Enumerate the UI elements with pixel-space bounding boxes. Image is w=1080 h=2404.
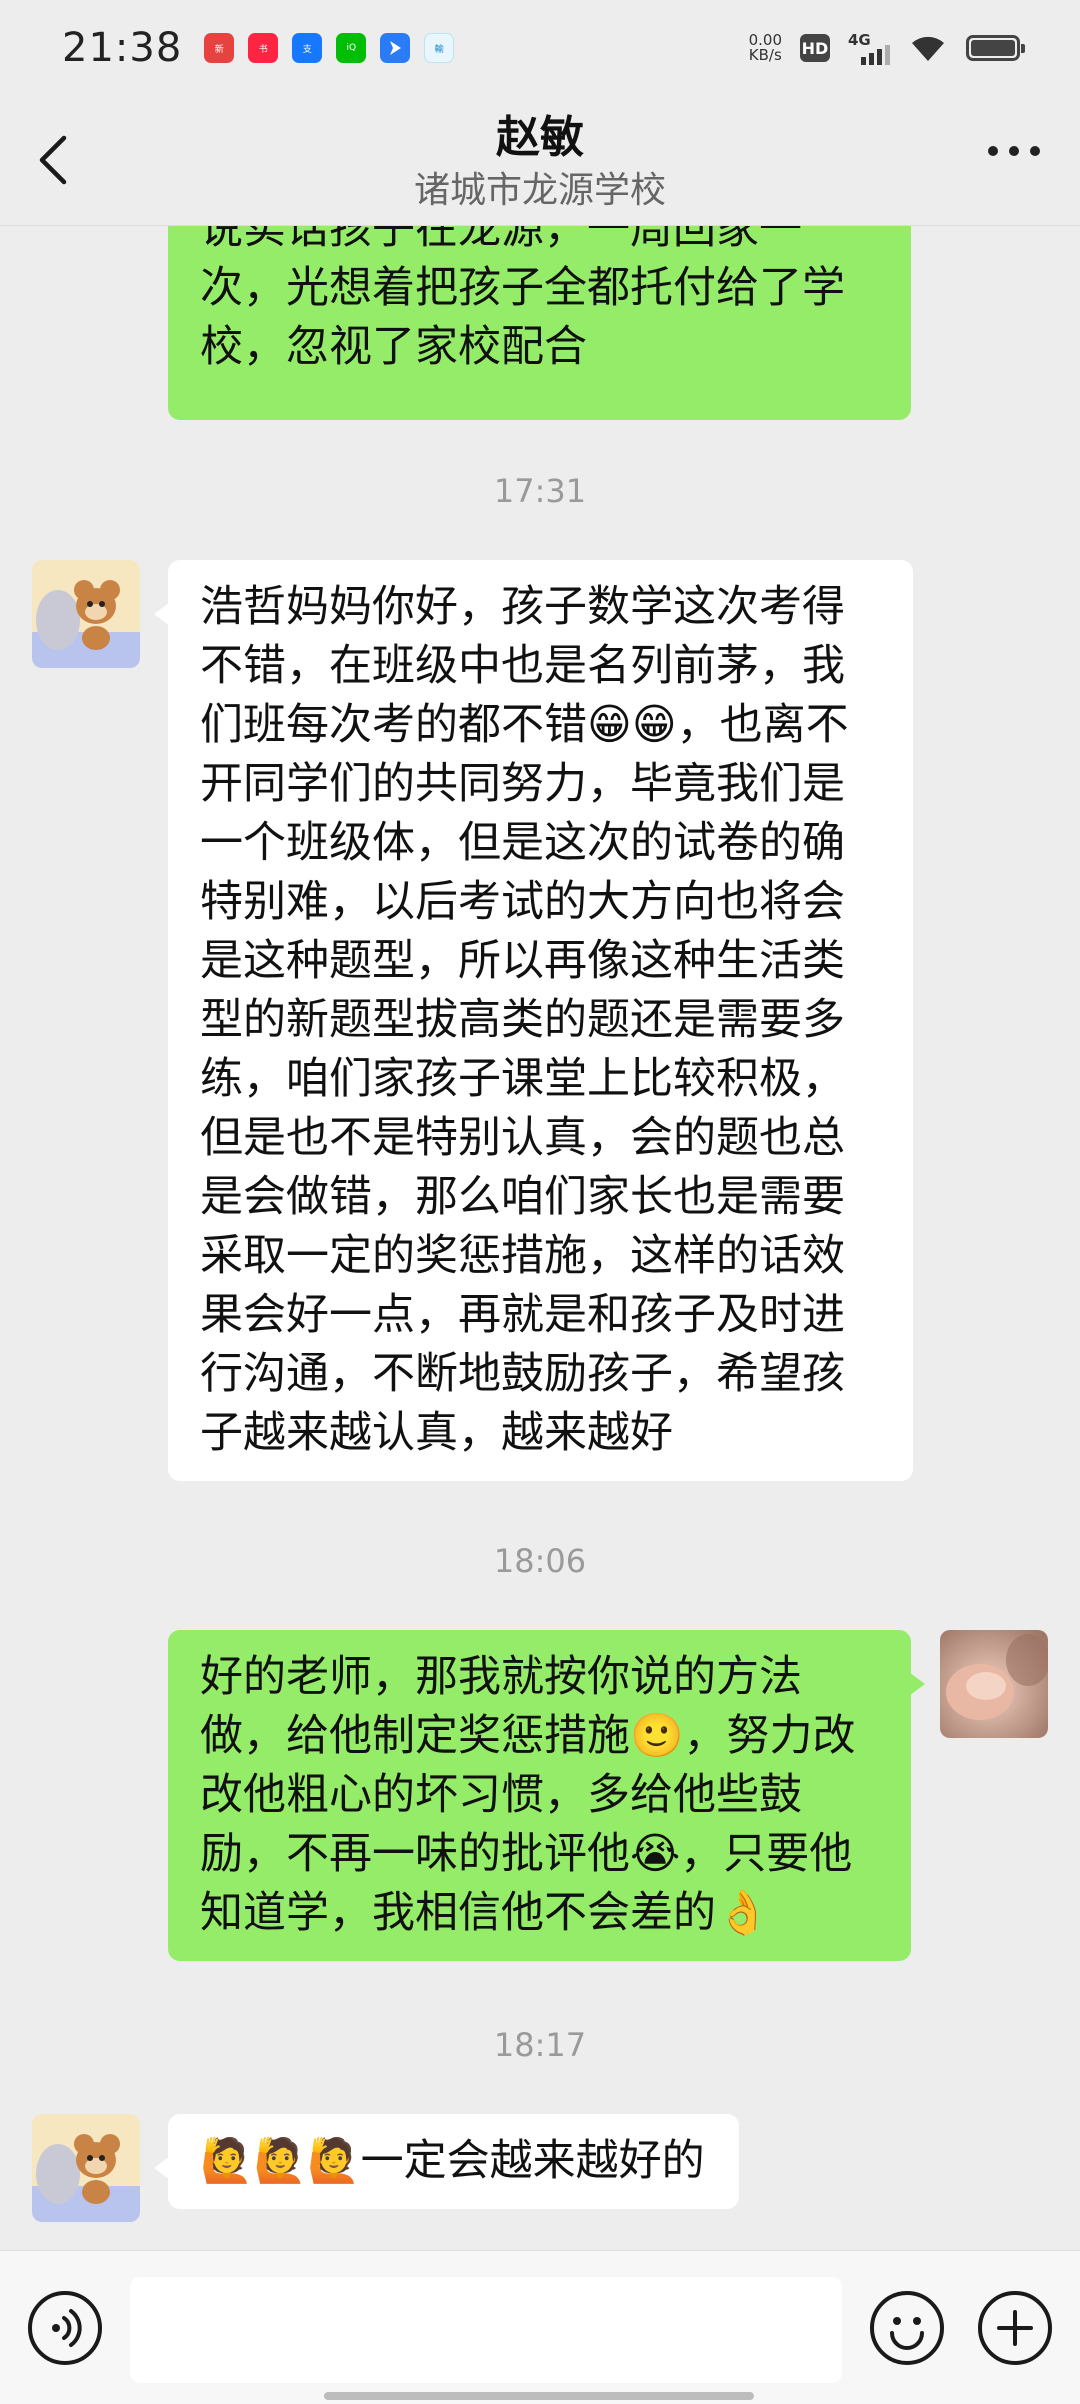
battery-icon: [966, 35, 1025, 61]
message-bubble-sent[interactable]: 好的老师，那我就按你说的方法做，给他制定奖惩措施🙂，努力改改他粗心的坏习惯，多给…: [168, 1630, 925, 1961]
wifi-icon: [912, 36, 944, 61]
more-icon: [988, 146, 998, 156]
message-bubble-received[interactable]: 🙋🙋🙋一定会越来越好的: [154, 2114, 739, 2209]
navigation-app-icon: [380, 33, 411, 63]
home-indicator[interactable]: [324, 2392, 754, 2400]
contact-avatar[interactable]: [32, 2114, 140, 2222]
emoji-button[interactable]: [870, 2291, 944, 2365]
plus-icon: [997, 2310, 1033, 2346]
contact-avatar[interactable]: [32, 560, 140, 668]
input-bar: [0, 2250, 1080, 2404]
message-timestamp: 17:31: [493, 472, 587, 510]
alipay-icon: 支: [292, 33, 323, 63]
xiaohongshu-icon: 书: [248, 33, 279, 63]
input-method-icon: 輸: [424, 33, 455, 63]
notification-icons: 新 书 支 iQ 輸: [204, 33, 455, 63]
chat-subtitle: 诸城市龙源学校: [413, 170, 666, 211]
message-bubble-received[interactable]: 浩哲妈妈你好，孩子数学这次考得不错，在班级中也是名列前茅，我们班每次考的都不错😁…: [154, 560, 913, 1481]
message-bubble-sent[interactable]: 说实话孩子在龙源，一周回家一次，光想着把孩子全都托付给了学校，忽视了家校配合: [168, 226, 911, 420]
voice-input-button[interactable]: [28, 2291, 102, 2365]
news-app-icon: 新: [204, 33, 235, 63]
iqiyi-icon: iQ: [336, 33, 367, 63]
message-list[interactable]: 说实话孩子在龙源，一周回家一次，光想着把孩子全都托付给了学校，忽视了家校配合 1…: [0, 226, 1080, 2250]
hd-voice-icon: HD: [800, 34, 830, 62]
more-functions-button[interactable]: [978, 2291, 1052, 2365]
cell-signal-icon: 4G: [848, 31, 890, 65]
message-input[interactable]: [130, 2277, 842, 2383]
message-timestamp: 18:17: [493, 2026, 587, 2064]
chat-title-block: 赵敏 诸城市龙源学校: [0, 108, 1080, 214]
chat-header: 赵敏 诸城市龙源学校: [0, 96, 1080, 226]
emoji-icon: [890, 2317, 924, 2350]
voice-icon: [52, 2309, 82, 2347]
network-speed: 0.00 KB/s: [748, 31, 782, 64]
more-options-button[interactable]: [988, 146, 1040, 156]
clock: 21:38: [62, 25, 183, 71]
status-bar: 21:38 新 书 支 iQ 輸 0.00 KB/s HD 4G: [0, 0, 1080, 96]
message-timestamp: 18:06: [493, 1542, 587, 1580]
my-avatar[interactable]: [940, 1630, 1048, 1738]
chat-title: 赵敏: [496, 112, 584, 163]
